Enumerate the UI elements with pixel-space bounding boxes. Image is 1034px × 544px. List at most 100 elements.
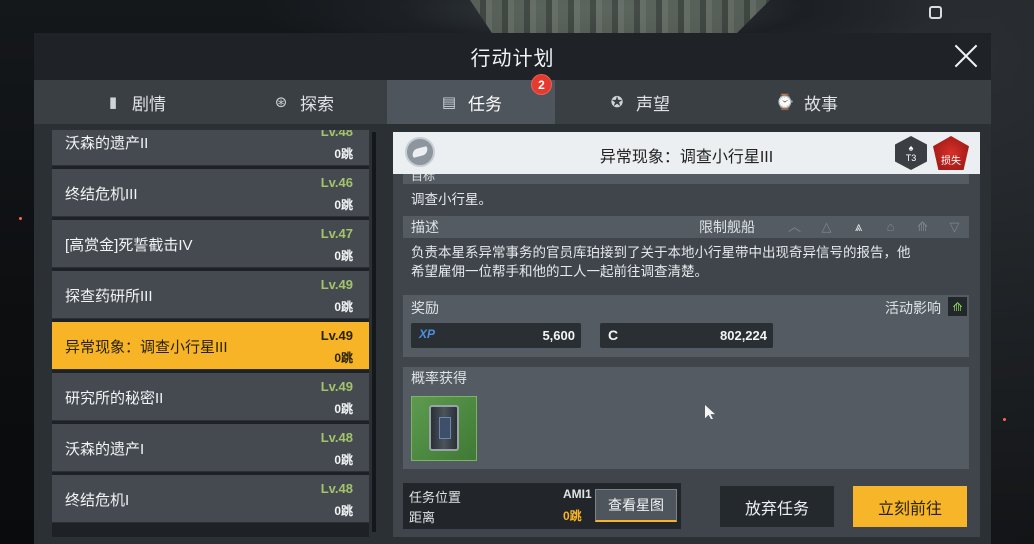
mission-item-selected[interactable]: 异常现象：调查小行星III Lv.49 0跳 bbox=[52, 322, 369, 370]
mission-item[interactable]: 沃森的遗产I Lv.48 0跳 bbox=[52, 424, 369, 472]
drop-header: 概率获得 bbox=[403, 367, 969, 389]
detail-header: 异常现象：调查小行星III ♠ T3 损失 bbox=[393, 132, 980, 174]
activity-impact-label: 活动影响 bbox=[885, 300, 941, 316]
mission-level: Lv.48 bbox=[320, 130, 353, 139]
description-header: 描述 限制舰船 ︿ △ ⩓ ⌂ ⟰ ▽ bbox=[403, 216, 969, 238]
loss-label: 损失 bbox=[941, 156, 961, 167]
credit-icon: C bbox=[608, 327, 619, 343]
space-station-image bbox=[470, 0, 770, 36]
tab-stories[interactable]: ⌚ 故事 bbox=[723, 80, 891, 124]
book-icon: ▮ bbox=[108, 94, 118, 111]
tab-reputation[interactable]: ✪ 声望 bbox=[555, 80, 723, 124]
mission-item[interactable]: 探查药研所III Lv.49 0跳 bbox=[52, 271, 369, 319]
notification-badge: 2 bbox=[531, 74, 552, 95]
description-line: 负责本星系异常事务的官员库珀接到了关于本地小行星带中出现奇异信号的报告，他 bbox=[411, 245, 911, 260]
mission-item[interactable]: [高赏金]死誓截击IV Lv.47 0跳 bbox=[52, 220, 369, 268]
tab-story[interactable]: ▮ 剧情 bbox=[51, 80, 219, 124]
module-icon bbox=[429, 405, 459, 451]
mission-jumps: 0跳 bbox=[334, 198, 353, 212]
battleship-icon: ⟰ bbox=[917, 219, 928, 234]
drop-label: 概率获得 bbox=[411, 370, 467, 386]
cruiser-icon: ⩓ bbox=[854, 219, 863, 234]
reward-label: 奖励 bbox=[411, 300, 439, 316]
objective-header: 目标 bbox=[403, 174, 969, 184]
tab-explore[interactable]: ⊛ 探索 bbox=[219, 80, 387, 124]
objective-text: 调查小行星。 bbox=[411, 192, 492, 207]
mission-jumps: 0跳 bbox=[334, 300, 353, 314]
mission-level: Lv.48 bbox=[320, 481, 353, 496]
mission-location-box: 任务位置 距离 AMI1 0跳 查看星图 bbox=[403, 483, 681, 529]
distance-value: 0跳 bbox=[563, 509, 582, 523]
mission-item[interactable]: 研究所的秘密II Lv.49 0跳 bbox=[52, 373, 369, 421]
loss-warning-icon: 损失 bbox=[933, 136, 969, 170]
xp-value: 5,600 bbox=[542, 328, 575, 343]
tab-bar: ▮ 剧情 ⊛ 探索 ▤ 任务 2 ✪ 声望 ⌚ 故事 bbox=[34, 74, 991, 124]
location-label: 任务位置 bbox=[409, 490, 462, 505]
mission-name: [高赏金]死誓截击IV bbox=[65, 237, 193, 254]
credit-value: 802,224 bbox=[720, 328, 767, 343]
mission-item[interactable]: 终结危机I Lv.48 0跳 bbox=[52, 475, 369, 523]
mission-title: 异常现象：调查小行星III bbox=[599, 149, 774, 166]
mission-item[interactable]: 终结危机III Lv.46 0跳 bbox=[52, 169, 369, 217]
ship-class-icons: ︿ △ ⩓ ⌂ ⟰ ▽ bbox=[785, 219, 964, 234]
mission-detail-panel: 异常现象：调查小行星III ♠ T3 损失 目标 调查小行星。 描述 限制舰船 … bbox=[393, 132, 980, 537]
distance-label: 距离 bbox=[409, 510, 436, 525]
mission-name: 沃森的遗产II bbox=[65, 135, 149, 152]
mission-level: Lv.46 bbox=[320, 175, 353, 190]
go-now-button[interactable]: 立刻前往 bbox=[853, 486, 967, 527]
window-title: 行动计划 bbox=[470, 48, 555, 70]
mission-item[interactable]: 沃森的遗产II Lv.48 0跳 bbox=[52, 130, 369, 166]
rank-label: T3 bbox=[905, 153, 917, 163]
document-icon: ▤ bbox=[441, 94, 457, 111]
desc-head: 描述 bbox=[411, 219, 439, 235]
mission-jumps: 0跳 bbox=[334, 351, 353, 365]
title-bar: 行动计划 bbox=[34, 33, 991, 80]
carrier-icon: ▽ bbox=[949, 219, 960, 234]
frigate-icon: ︿ bbox=[787, 219, 801, 234]
mission-level: Lv.48 bbox=[320, 430, 353, 445]
tab-label: 任务 bbox=[468, 94, 502, 114]
close-button[interactable] bbox=[951, 41, 981, 71]
mission-level: Lv.49 bbox=[320, 379, 353, 394]
reward-header: 奖励 活动影响 ⟰ bbox=[403, 295, 969, 319]
star bbox=[19, 217, 22, 220]
star bbox=[1003, 418, 1006, 421]
xp-reward: XP 5,600 bbox=[411, 323, 581, 348]
mission-jumps: 0跳 bbox=[334, 249, 353, 263]
mission-name: 探查药研所III bbox=[65, 288, 153, 305]
action-plan-window: 行动计划 ▮ 剧情 ⊛ 探索 ▤ 任务 2 ✪ 声望 ⌚ 故事 沃森的遗产II … bbox=[34, 33, 991, 544]
mission-name: 异常现象：调查小行星III bbox=[65, 339, 228, 356]
tab-label: 声望 bbox=[636, 94, 670, 114]
abandon-mission-button[interactable]: 放弃任务 bbox=[720, 486, 834, 527]
battlecruiser-icon: ⌂ bbox=[886, 219, 895, 234]
mission-level: Lv.49 bbox=[320, 328, 353, 343]
mission-level: Lv.47 bbox=[320, 226, 353, 241]
description-line: 希望雇佣一位帮手和他的工人一起前往调查清楚。 bbox=[411, 264, 708, 279]
drop-items-area bbox=[403, 389, 969, 469]
xp-tag: XP bbox=[419, 327, 436, 341]
mission-list-scrollbar[interactable] bbox=[372, 132, 376, 532]
satellite-icon: ⊛ bbox=[274, 94, 288, 111]
mission-name: 终结危机I bbox=[65, 492, 130, 509]
activity-impact-icon[interactable]: ⟰ bbox=[948, 297, 967, 316]
system-menu-icon[interactable] bbox=[929, 6, 942, 19]
view-star-map-button[interactable]: 查看星图 bbox=[595, 489, 677, 522]
tab-missions[interactable]: ▤ 任务 2 bbox=[387, 74, 555, 124]
drop-item-module[interactable] bbox=[411, 396, 477, 461]
reward-row: XP 5,600 C 802,224 bbox=[403, 319, 969, 357]
mission-name: 沃森的遗产I bbox=[65, 441, 145, 458]
mission-jumps: 0跳 bbox=[334, 453, 353, 467]
mission-level: Lv.49 bbox=[320, 277, 353, 292]
destroyer-icon: △ bbox=[821, 219, 832, 234]
medal-icon: ✪ bbox=[610, 94, 624, 111]
mission-name: 终结危机III bbox=[65, 186, 138, 203]
rank-star-icon: ♠ bbox=[908, 143, 914, 153]
restrict-ship-label: 限制舰船 bbox=[699, 219, 755, 235]
mission-name: 研究所的秘密II bbox=[65, 390, 164, 407]
log-icon: ⌚ bbox=[775, 94, 795, 111]
tab-label: 故事 bbox=[804, 94, 838, 114]
mission-jumps: 0跳 bbox=[334, 147, 353, 161]
location-value: AMI1 bbox=[563, 487, 592, 501]
mission-list[interactable]: 沃森的遗产II Lv.48 0跳 终结危机III Lv.46 0跳 [高赏金]死… bbox=[52, 130, 369, 537]
tab-label: 剧情 bbox=[132, 94, 166, 114]
